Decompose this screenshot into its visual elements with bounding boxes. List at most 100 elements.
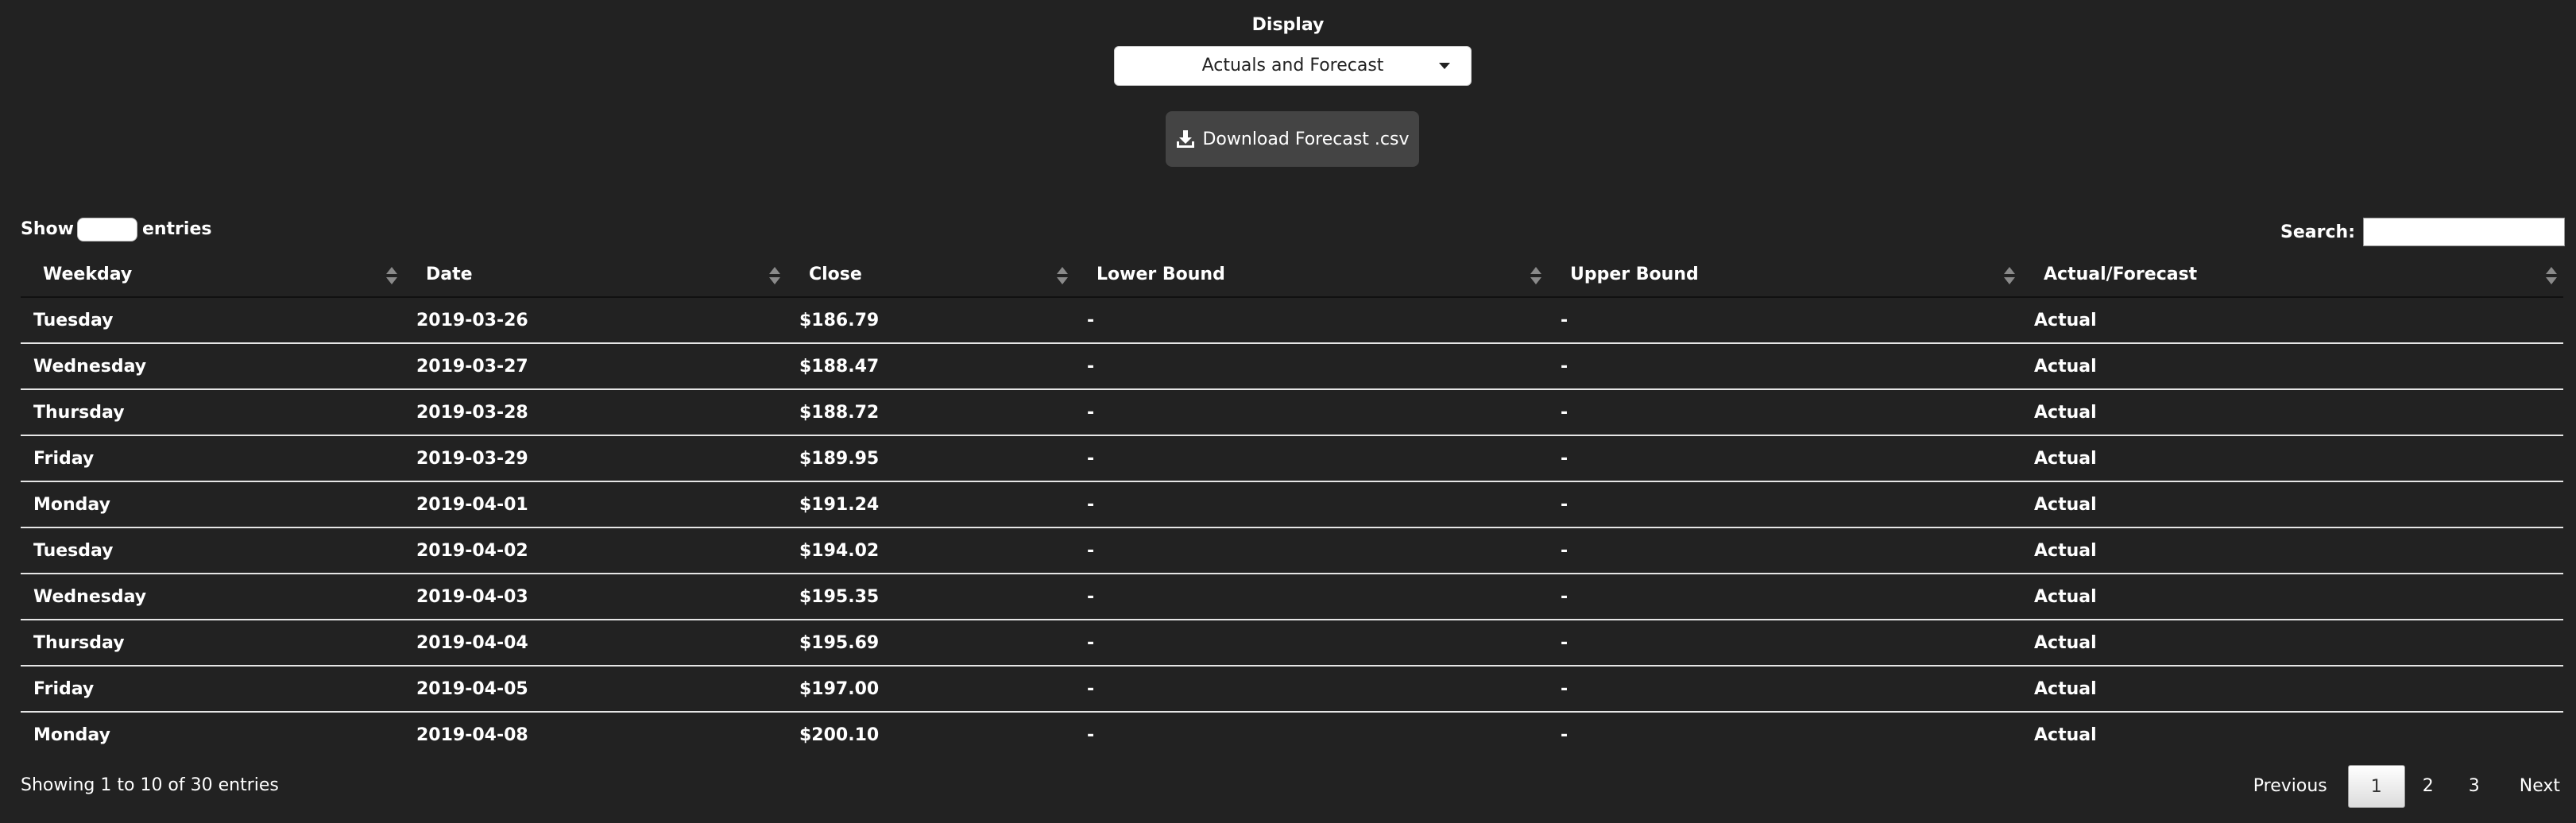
table-row: Monday 2019-04-01 $191.24- - Actual [21,481,2563,528]
table-cell: - [1548,389,2021,436]
table-cell: - [1074,389,1548,436]
pagination-pages: 123 [2347,765,2497,808]
table-cell: Friday [21,666,404,713]
table-search: Search: [2280,216,2565,248]
search-input[interactable] [2363,218,2565,246]
table-cell: - [1548,435,2021,482]
table-cell: - [1074,527,1548,574]
table-cell: Wednesday [21,574,404,620]
table-cell: - [1087,725,1095,745]
column-header-label: Weekday [43,265,133,284]
table-row: Wednesday 2019-03-27 $188.47- - Actual [21,343,2563,390]
table-cell: $188.47 [787,343,1074,390]
table-cell: $191.24 [787,481,1074,528]
table-row: Wednesday 2019-04-03 $195.35- - Actual [21,574,2563,620]
table-cell: $195.69 [787,620,1074,667]
table-cell: 2019-04-04 [404,620,787,667]
table-row: Thursday 2019-03-28 $188.72- - Actual [21,389,2563,436]
table-cell: - [1548,297,2021,344]
download-forecast-button[interactable]: Download Forecast .csv [1166,111,1419,167]
table-cell: - [1074,620,1548,667]
display-select[interactable]: Actuals and Forecast [1114,46,1472,86]
table-row: Friday 2019-03-29 $189.95- - Actual [21,435,2563,482]
forecast-page: Display Actuals and Forecast Download Fo… [0,0,2576,823]
table-cell: $186.79 [787,297,1074,344]
column-header-close[interactable]: Close [787,253,1074,298]
column-header-weekday[interactable]: Weekday [21,253,404,298]
display-selected-value: Actuals and Forecast [1201,56,1384,75]
table-cell: Tuesday [21,527,404,574]
table-cell: Actual [2021,620,2563,667]
table-body: Tuesday 2019-03-26 $186.79- - Actual Wednesda… [21,297,2563,758]
table-cell: Actual [2021,481,2563,528]
column-header-label: Date [426,265,473,284]
table-row: Tuesday 2019-03-26 $186.79- - Actual [21,297,2563,344]
column-header-label: Close [809,265,862,284]
table-cell: - [1074,297,1548,344]
pagination-page-1[interactable]: 1 [2347,765,2405,808]
entries-length-select[interactable] [76,218,137,241]
download-icon [1175,129,1196,149]
column-header-date[interactable]: Date [404,253,787,298]
table-cell: Actual [2021,666,2563,713]
search-label: Search: [2280,222,2355,242]
table-cell: - [1074,481,1548,528]
table-cell: 2019-03-27 [404,343,787,390]
table-cell: - [1074,666,1548,713]
chevron-down-icon [1439,63,1450,69]
pagination: Previous 123 Next [2236,764,2560,809]
table-row: Friday 2019-04-05 $197.00- - Actual [21,666,2563,713]
table-cell: Thursday [21,620,404,667]
download-forecast-label: Download Forecast .csv [1202,129,1410,149]
table-cell: - [1548,481,2021,528]
table-cell: Actual [2021,574,2563,620]
pagination-next[interactable]: Next [2497,765,2560,808]
table-cell: 2019-04-03 [404,574,787,620]
forecast-table: Weekday Date Close Lower Bound Upper Bound Ac… [21,253,2563,758]
table-cell: Thursday [21,389,404,436]
pagination-previous[interactable]: Previous [2236,765,2348,808]
show-label: Show [21,219,74,239]
table-cell: Tuesday [21,297,404,344]
table-row: Monday 2019-04-08 $200.10 - - Actual [21,712,2563,758]
table-cell: Actual [2021,527,2563,574]
table-row: Thursday 2019-04-04 $195.69- - Actual [21,620,2563,667]
table-cell: Actual [2021,435,2563,482]
sort-icon [769,267,780,284]
pagination-page-2[interactable]: 2 [2405,765,2451,808]
table-cell: 2019-03-29 [404,435,787,482]
column-header-actual-forecast[interactable]: Actual/Forecast [2021,253,2563,298]
table-cell: Monday [33,725,110,745]
table-cell: - [1548,343,2021,390]
table-cell: Monday [21,481,404,528]
table-cell: - [1548,666,2021,713]
table-cell: - [1548,620,2021,667]
table-cell: - [1074,343,1548,390]
sort-icon [2004,267,2015,284]
table-cell: - [1548,527,2021,574]
sort-icon [386,267,397,284]
column-header-upper-bound[interactable]: Upper Bound [1548,253,2021,298]
pagination-page-3[interactable]: 3 [2451,765,2497,808]
table-cell: - [1074,435,1548,482]
sort-icon [1530,267,1541,284]
table-cell: Actual [2021,389,2563,436]
sort-icon [1057,267,1068,284]
table-cell: 2019-04-05 [404,666,787,713]
sort-icon [2546,267,2557,284]
table-cell: $188.72 [787,389,1074,436]
table-cell: $195.35 [787,574,1074,620]
entries-length-control: Show entries [21,216,211,243]
entries-label: entries [141,219,212,239]
table-cell: - [1074,574,1548,620]
table-cell: 2019-03-26 [404,297,787,344]
column-header-label: Upper Bound [1570,265,1699,284]
table-cell: Wednesday [21,343,404,390]
table-info: Showing 1 to 10 of 30 entries [21,775,279,795]
table-cell: Actual [2034,725,2097,745]
display-label: Display [1251,15,1325,35]
table-cell: - [1548,574,2021,620]
table-row: Tuesday 2019-04-02 $194.02- - Actual [21,527,2563,574]
column-header-label: Lower Bound [1097,265,1225,284]
column-header-lower-bound[interactable]: Lower Bound [1074,253,1548,298]
